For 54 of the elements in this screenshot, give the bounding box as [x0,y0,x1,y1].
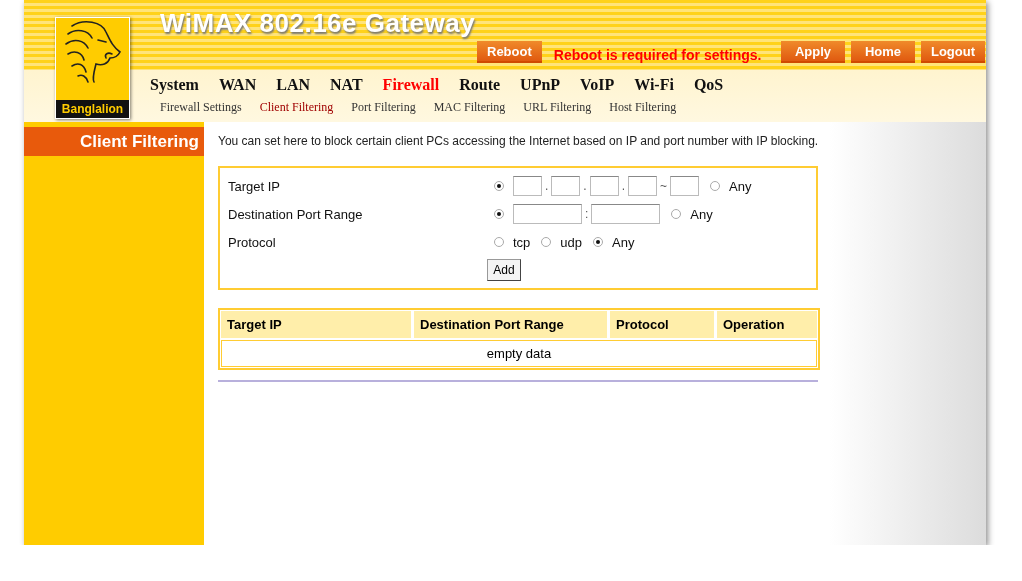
radio-button[interactable] [541,237,552,247]
separator-text: . [583,179,587,193]
separator-text: . [621,179,626,193]
radio-button[interactable] [710,181,721,191]
main-menu-item[interactable]: VoIP [570,76,625,94]
input-field[interactable] [628,176,658,196]
separator-text: ~ [660,179,668,193]
logo-text: Banglalion [56,100,129,118]
separator-text: : [585,207,589,221]
column-header: Protocol [610,311,714,338]
sub-menu-item[interactable]: MAC Filtering [433,100,506,115]
main-menu-item[interactable]: QoS [683,76,734,94]
radio-button[interactable] [593,237,604,247]
reboot-notice: Reboot is required for settings. [553,47,762,63]
main-menu-item[interactable]: NAT [320,76,373,94]
main-menu-item[interactable]: UPnP [510,76,571,94]
field-label: Protocol [227,234,277,250]
radio-button[interactable] [494,181,504,191]
sub-menu-item[interactable]: Client Filtering [259,100,334,115]
input-field[interactable] [513,204,582,224]
main-menu-item[interactable]: Route [449,76,511,94]
add-button[interactable]: Add [487,259,521,281]
sub-menu-item[interactable]: Port Filtering [351,100,416,115]
field-label: Target IP [227,178,282,194]
sub-menu-item[interactable]: Host Filtering [609,100,677,115]
sub-menu-item[interactable]: URL Filtering [523,100,592,115]
radio-button[interactable] [494,237,504,247]
radio-button[interactable] [494,209,504,219]
input-field[interactable] [589,176,619,196]
main-menu-item[interactable]: System [150,76,209,94]
option-label: Any [729,178,752,194]
column-header: Target IP [221,311,411,338]
main-menu-item[interactable]: LAN [266,76,320,94]
input-field[interactable] [670,176,700,196]
input-field[interactable] [513,176,542,196]
app-title: WiMAX 802.16e Gateway [160,8,477,39]
sub-menu-item[interactable]: Firewall Settings [160,100,242,115]
option-label: tcp [513,234,531,250]
table-cell: empty data [221,340,817,367]
sidebar-title: Client Filtering [24,127,204,156]
description-text: You can set here to block certain client PCs accessing the Internet based on IP and port number with IP blocking. [218,134,820,148]
column-header: Destination Port Range [414,311,607,338]
input-field[interactable] [591,204,661,224]
radio-button[interactable] [671,209,682,219]
option-label: Any [612,234,635,250]
column-header: Operation [717,311,817,338]
separator-text: . [545,179,549,193]
main-menu-item[interactable]: Firewall [372,76,450,94]
field-label: Destination Port Range [227,206,364,222]
option-label: Any [690,206,713,222]
main-menu-item[interactable]: WAN [208,76,267,94]
option-label: udp [560,234,583,250]
input-field[interactable] [551,176,581,196]
main-menu-item[interactable]: Wi-Fi [624,76,684,94]
